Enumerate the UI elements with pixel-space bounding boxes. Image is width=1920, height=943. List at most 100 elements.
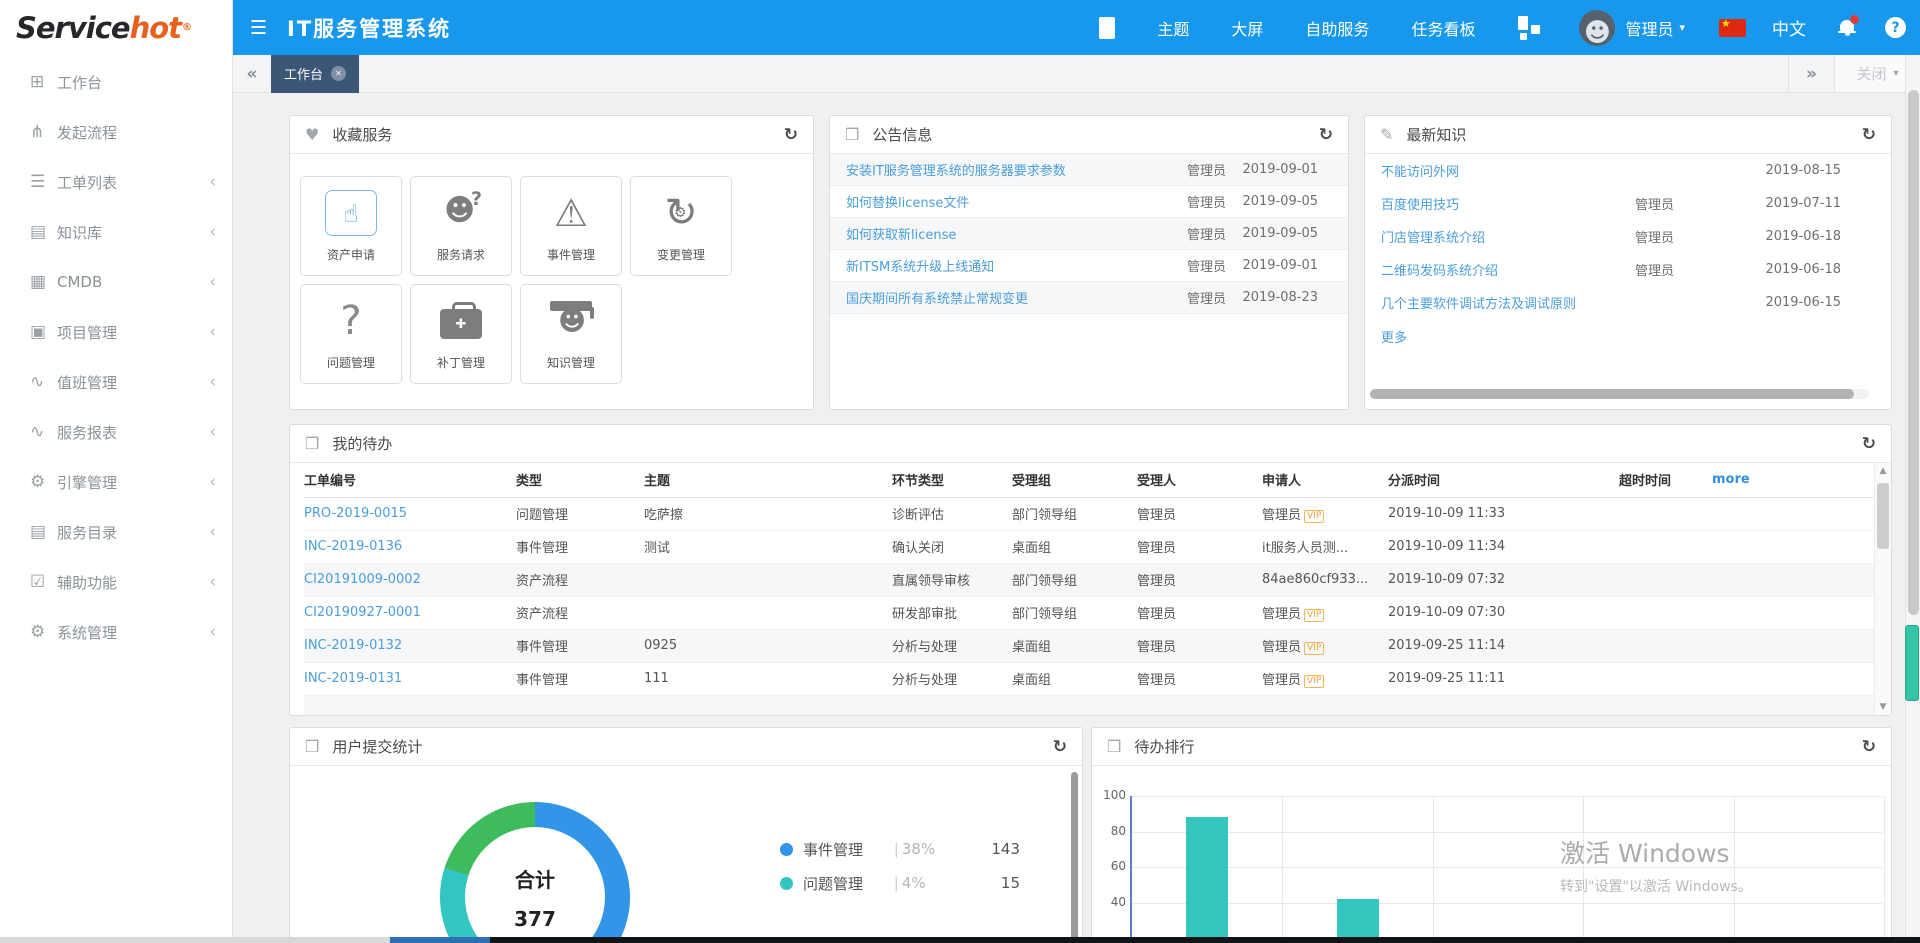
scroll-up-icon[interactable]: ▲ xyxy=(1875,463,1891,479)
type-cell: 事件管理 xyxy=(516,629,644,662)
announcement-item[interactable]: 如何替换license文件管理员2019-09-05 xyxy=(830,186,1348,218)
sidebar-item-start-flow[interactable]: ⋔发起流程 xyxy=(0,107,232,157)
scrollbar-thumb[interactable] xyxy=(1877,483,1889,549)
language-switch[interactable]: 中文 xyxy=(1772,15,1806,40)
knowledge-date: 2019-06-18 xyxy=(1745,229,1841,244)
user-name[interactable]: 管理员 xyxy=(1625,16,1673,40)
panel-favorite-services: ♥ 收藏服务 ↻ ☝资产申请☻?服务请求⚠事件管理↻⚙变更管理?问题管理✚补丁管… xyxy=(289,115,814,410)
notification-bell-icon[interactable] xyxy=(1838,18,1857,37)
page-scrollbar-thumb[interactable] xyxy=(1908,90,1919,615)
tabs-scroll-left-icon[interactable]: « xyxy=(233,64,271,84)
sidebar-item-worklist[interactable]: ☰工单列表‹ xyxy=(0,157,232,207)
legend-item[interactable]: 事件管理|38%143 xyxy=(780,832,1020,866)
todo-table-wrap: 工单编号类型主题环节类型受理组受理人申请人分派时间超时时间more PRO-20… xyxy=(290,463,1874,715)
tab-workbench[interactable]: 工作台 ✕ xyxy=(271,55,359,93)
applicant-cell: it服务人员测... xyxy=(1262,530,1388,563)
nav-item-self-service[interactable]: 自助服务 xyxy=(1305,16,1369,40)
knowledge-link[interactable]: 门店管理系统介绍 xyxy=(1381,227,1635,246)
refresh-icon[interactable]: ↻ xyxy=(1862,737,1876,757)
announcement-item[interactable]: 新ITSM系统升级上线通知管理员2019-09-01 xyxy=(830,250,1348,282)
sidebar-item-project[interactable]: ▣项目管理‹ xyxy=(0,307,232,357)
knowledge-item[interactable]: 门店管理系统介绍管理员2019-06-18 xyxy=(1365,220,1891,253)
legend-value: 15 xyxy=(969,874,1020,892)
page-scrollbar[interactable] xyxy=(1905,55,1920,943)
refresh-icon[interactable]: ↻ xyxy=(1053,737,1067,757)
knowledge-item[interactable]: 不能访问外网2019-08-15 xyxy=(1365,154,1891,187)
layout-grid-icon[interactable] xyxy=(1517,16,1541,40)
service-card-knowledge-mgmt[interactable]: ☻知识管理 xyxy=(520,284,622,384)
user-dropdown-caret-icon[interactable]: ▾ xyxy=(1679,21,1685,34)
service-card-asset-apply[interactable]: ☝资产申请 xyxy=(300,176,402,276)
knowledge-item[interactable]: 百度使用技巧管理员2019-07-11 xyxy=(1365,187,1891,220)
more-link[interactable]: more xyxy=(1712,463,1874,497)
announcement-link[interactable]: 国庆期间所有系统禁止常规变更 xyxy=(846,288,1164,307)
hamburger-menu-icon[interactable]: ☰ xyxy=(250,17,267,39)
nav-item-big-screen[interactable]: 大屏 xyxy=(1231,16,1263,40)
knowledge-link[interactable]: 几个主要软件调试方法及调试原则 xyxy=(1381,293,1635,312)
service-card-problem[interactable]: ?问题管理 xyxy=(300,284,402,384)
sidebar-item-knowledge-base[interactable]: ▤知识库‹ xyxy=(0,207,232,257)
work-order-link[interactable]: CI20190927-0001 xyxy=(304,605,421,620)
sidebar-item-report[interactable]: ∿服务报表‹ xyxy=(0,407,232,457)
announcement-item[interactable]: 安装IT服务管理系统的服务器要求参数管理员2019-09-01 xyxy=(830,154,1348,186)
knowledge-author: 管理员 xyxy=(1635,260,1745,279)
scrollbar-thumb[interactable] xyxy=(1370,389,1854,399)
nav-item-task-board[interactable]: 任务看板 xyxy=(1411,16,1475,40)
windows-activation-watermark: 激活 Windows 转到"设置"以激活 Windows。 xyxy=(1560,834,1752,896)
help-icon[interactable]: ? xyxy=(1885,17,1906,38)
floating-side-widget[interactable] xyxy=(1905,625,1919,701)
knowledge-link[interactable]: 二维码发码系统介绍 xyxy=(1381,260,1635,279)
user-avatar[interactable]: ☻ xyxy=(1579,10,1615,46)
more-link[interactable]: 更多 xyxy=(1365,319,1891,354)
step-cell: 确认关闭 xyxy=(892,530,1012,563)
sidebar-item-system[interactable]: ⚙系统管理‹ xyxy=(0,607,232,657)
legend-item[interactable]: 问题管理|4%15 xyxy=(780,866,1020,900)
sidebar-item-duty[interactable]: ∿值班管理‹ xyxy=(0,357,232,407)
announcement-link[interactable]: 新ITSM系统升级上线通知 xyxy=(846,256,1164,275)
refresh-icon[interactable]: ↻ xyxy=(1862,125,1876,145)
refresh-icon[interactable]: ↻ xyxy=(1319,125,1333,145)
bar-chart: 100806040 xyxy=(1130,796,1882,943)
nav-item-theme[interactable]: 主题 xyxy=(1157,16,1189,40)
announcement-item[interactable]: 国庆期间所有系统禁止常规变更管理员2019-08-23 xyxy=(830,282,1348,314)
vertical-scrollbar[interactable]: ▲ ▼ xyxy=(1874,463,1891,715)
knowledge-link[interactable]: 百度使用技巧 xyxy=(1381,194,1635,213)
announcement-link[interactable]: 如何获取新license xyxy=(846,224,1164,243)
work-order-id-cell: CI20190927-0001 xyxy=(304,596,516,629)
legend-pipe: | xyxy=(894,840,899,858)
knowledge-item[interactable]: 几个主要软件调试方法及调试原则2019-06-15 xyxy=(1365,286,1891,319)
knowledge-link[interactable]: 不能访问外网 xyxy=(1381,161,1635,180)
scroll-down-icon[interactable]: ▼ xyxy=(1875,699,1891,715)
announcement-link[interactable]: 如何替换license文件 xyxy=(846,192,1164,211)
service-card-incident[interactable]: ⚠事件管理 xyxy=(520,176,622,276)
work-order-link[interactable]: PRO-2019-0015 xyxy=(304,506,407,521)
sidebar-item-dashboard[interactable]: ⊞工作台 xyxy=(0,57,232,107)
work-order-link[interactable]: CI20191009-0002 xyxy=(304,572,421,587)
china-flag-icon[interactable]: ★ xyxy=(1719,19,1746,37)
panel-scrollbar-thumb[interactable] xyxy=(1071,772,1078,943)
sidebar-item-cmdb[interactable]: ▦CMDB‹ xyxy=(0,257,232,307)
refresh-icon[interactable]: ↻ xyxy=(784,125,798,145)
announcement-item[interactable]: 如何获取新license管理员2019-09-05 xyxy=(830,218,1348,250)
work-order-link[interactable]: INC-2019-0131 xyxy=(304,671,402,686)
assignee-cell: 管理员 xyxy=(1137,497,1262,530)
sidebar-item-catalog[interactable]: ▤服务目录‹ xyxy=(0,507,232,557)
screen-toggle-icon[interactable] xyxy=(1099,17,1115,39)
service-card-label: 变更管理 xyxy=(657,246,705,263)
work-order-link[interactable]: INC-2019-0132 xyxy=(304,638,402,653)
sidebar-item-aux[interactable]: ☑辅助功能‹ xyxy=(0,557,232,607)
tabs-scroll-right-icon[interactable]: » xyxy=(1788,55,1834,92)
step-cell: 分析与处理 xyxy=(892,629,1012,662)
group-cell: 桌面组 xyxy=(1012,662,1137,695)
horizontal-scrollbar[interactable] xyxy=(1370,389,1869,399)
announcement-link[interactable]: 安装IT服务管理系统的服务器要求参数 xyxy=(846,160,1164,179)
service-card-change[interactable]: ↻⚙变更管理 xyxy=(630,176,732,276)
work-order-link[interactable]: INC-2019-0136 xyxy=(304,539,402,554)
tab-close-icon[interactable]: ✕ xyxy=(331,66,346,81)
service-card-service-request[interactable]: ☻?服务请求 xyxy=(410,176,512,276)
refresh-icon[interactable]: ↻ xyxy=(1862,434,1876,454)
service-card-patch[interactable]: ✚补丁管理 xyxy=(410,284,512,384)
knowledge-item[interactable]: 二维码发码系统介绍管理员2019-06-18 xyxy=(1365,253,1891,286)
sidebar-item-engine[interactable]: ⚙引擎管理‹ xyxy=(0,457,232,507)
gridline xyxy=(1132,832,1882,833)
